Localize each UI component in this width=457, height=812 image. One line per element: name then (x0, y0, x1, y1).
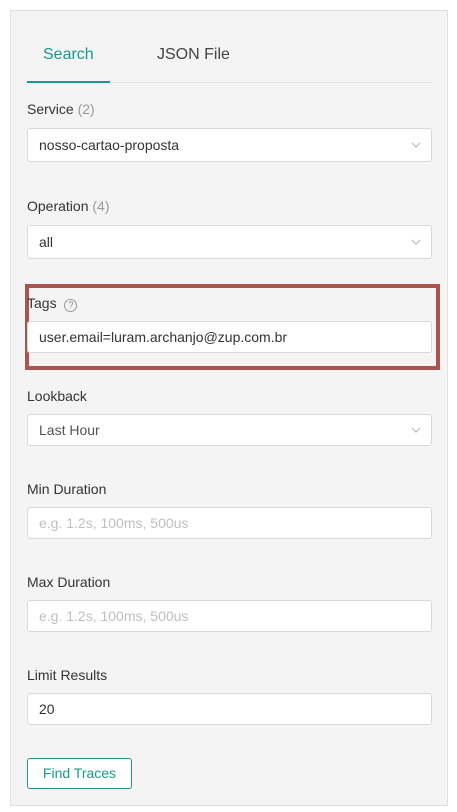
limit-results-input[interactable]: 20 (27, 693, 432, 725)
operation-count: (4) (92, 198, 110, 214)
help-icon[interactable]: ? (64, 299, 78, 312)
operation-label-text: Operation (27, 198, 89, 214)
min-duration-input[interactable]: e.g. 1.2s, 100ms, 500us (27, 507, 432, 539)
tab-json-file[interactable]: JSON File (157, 45, 230, 65)
chevron-down-icon (411, 239, 421, 245)
limit-results-label: Limit Results (27, 667, 108, 683)
lookback-select[interactable]: Last Hour (27, 414, 432, 446)
tags-label-text: Tags (27, 295, 57, 311)
lookback-label: Lookback (27, 388, 87, 404)
min-duration-label: Min Duration (27, 481, 107, 497)
service-select[interactable]: nosso-cartao-proposta (27, 128, 432, 162)
max-duration-input[interactable]: e.g. 1.2s, 100ms, 500us (27, 600, 432, 632)
service-label: Service (2) (27, 100, 95, 118)
operation-select-value: all (39, 234, 54, 250)
active-tab-indicator (27, 81, 110, 83)
find-traces-button[interactable]: Find Traces (27, 758, 132, 789)
lookback-select-value: Last Hour (39, 422, 100, 438)
chevron-down-icon (411, 427, 421, 433)
search-panel: Search JSON File Service (2) nosso-carta… (10, 10, 448, 806)
chevron-down-icon (411, 142, 421, 148)
operation-select[interactable]: all (27, 225, 432, 259)
tags-input-value: user.email=luram.archanjo@zup.com.br (39, 329, 288, 345)
service-select-value: nosso-cartao-proposta (39, 137, 180, 153)
tab-bar: Search JSON File (27, 11, 432, 83)
tags-label: Tags ? (27, 294, 78, 312)
tags-input[interactable]: user.email=luram.archanjo@zup.com.br (27, 321, 432, 353)
service-count: (2) (77, 101, 95, 117)
max-duration-label: Max Duration (27, 574, 111, 590)
service-label-text: Service (27, 101, 74, 117)
operation-label: Operation (4) (27, 197, 110, 215)
tab-search[interactable]: Search (43, 45, 94, 65)
